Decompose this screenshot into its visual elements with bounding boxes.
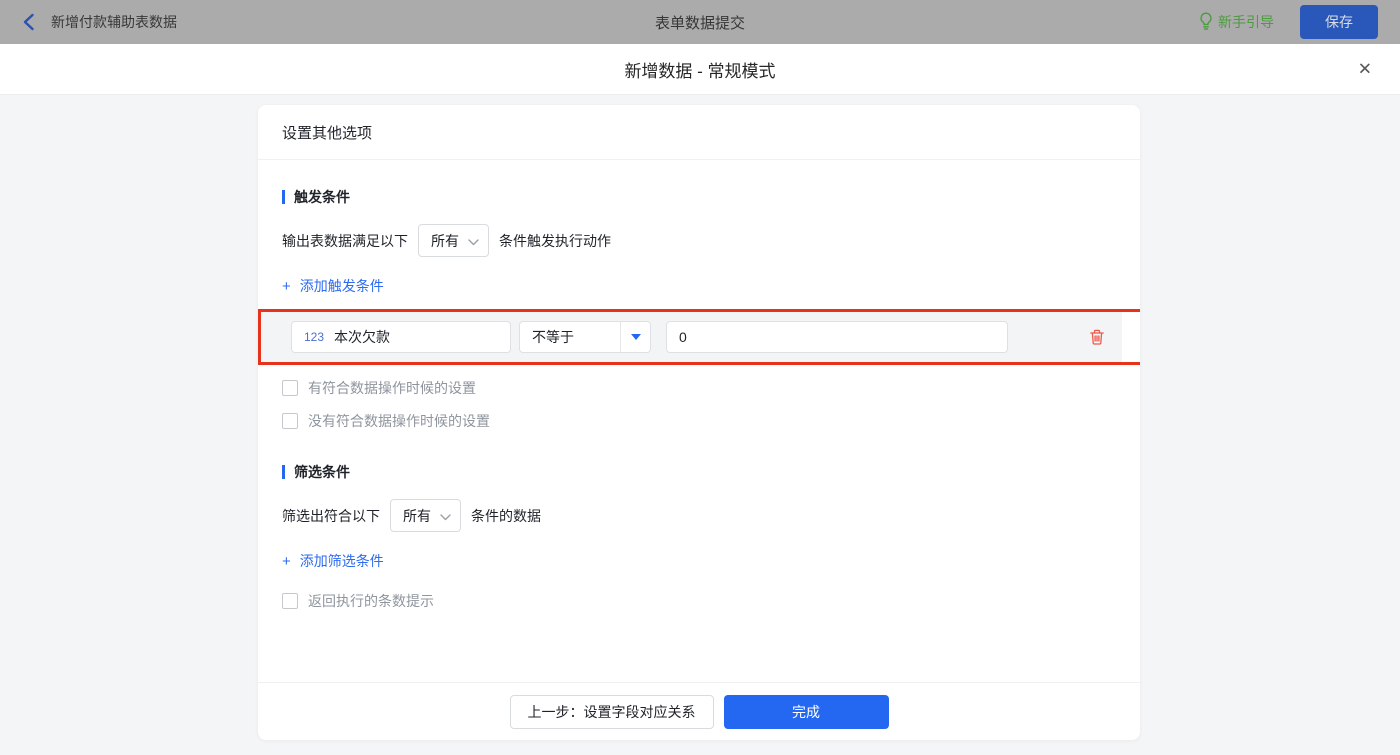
- finish-button[interactable]: 完成: [723, 694, 889, 729]
- filter-match-mode-select[interactable]: 所有: [390, 499, 461, 532]
- panel-content: 触发条件 输出表数据满足以下 所有 条件触发执行动作 + 添加触发条件 123 …: [258, 160, 1140, 682]
- no-match-label: 没有符合数据操作时候的设置: [308, 413, 490, 429]
- dialog-body: 设置其他选项 触发条件 输出表数据满足以下 所有 条件触发执行动作 + 添加触发…: [0, 95, 1400, 755]
- condition-field-name: 本次欠款: [334, 329, 391, 345]
- has-match-setting-row: 有符合数据操作时候的设置: [282, 378, 1116, 398]
- close-icon[interactable]: ✕: [1354, 57, 1376, 82]
- panel-footer: 上一步：设置字段对应关系 完成: [258, 682, 1140, 740]
- no-match-checkbox[interactable]: [282, 413, 298, 429]
- add-filter-condition-link[interactable]: + 添加筛选条件: [282, 551, 384, 571]
- trigger-section-title: 触发条件: [282, 187, 1116, 207]
- trigger-condition-row: 123 本次欠款 不等于 0: [261, 312, 1122, 362]
- top-navigation-bar: 新增付款辅助表数据 表单数据提交 新手引导 保存: [0, 0, 1400, 44]
- condition-row-highlight: 123 本次欠款 不等于 0: [258, 309, 1140, 365]
- section-marker: [282, 465, 285, 479]
- app-title: 表单数据提交: [654, 14, 745, 32]
- trash-icon: [1090, 329, 1104, 345]
- count-tip-label: 返回执行的条数提示: [308, 593, 434, 609]
- plus-icon: +: [282, 552, 291, 570]
- panel-header: 设置其他选项: [258, 105, 1140, 160]
- filter-suffix-text: 条件的数据: [471, 507, 541, 524]
- has-match-checkbox[interactable]: [282, 380, 298, 396]
- caret-down-icon: [630, 334, 641, 340]
- no-match-setting-row: 没有符合数据操作时候的设置: [282, 411, 1116, 431]
- condition-field-select[interactable]: 123 本次欠款: [291, 321, 511, 353]
- back-chevron-icon: [22, 13, 35, 31]
- trigger-mode-line: 输出表数据满足以下 所有 条件触发执行动作: [282, 224, 1116, 257]
- lightbulb-icon: [1199, 11, 1213, 33]
- chevron-down-icon: [468, 233, 479, 249]
- chevron-down-icon: [440, 508, 451, 524]
- operator-caret-section[interactable]: [620, 322, 650, 352]
- panel-header-label: 设置其他选项: [282, 124, 373, 142]
- filter-section-title: 筛选条件: [282, 462, 1116, 482]
- options-panel: 设置其他选项 触发条件 输出表数据满足以下 所有 条件触发执行动作 + 添加触发…: [258, 105, 1140, 740]
- back-button[interactable]: 新增付款辅助表数据: [22, 12, 177, 32]
- trigger-suffix-text: 条件触发执行动作: [499, 232, 611, 249]
- filter-prefix-text: 筛选出符合以下: [282, 507, 380, 524]
- condition-operator-select[interactable]: 不等于: [519, 321, 651, 353]
- number-type-badge: 123: [304, 330, 325, 344]
- beginner-guide-link[interactable]: 新手引导: [1199, 11, 1274, 33]
- trigger-match-mode-select[interactable]: 所有: [418, 224, 489, 257]
- save-button[interactable]: 保存: [1300, 5, 1378, 39]
- dialog-header: 新增数据 - 常规模式 ✕: [0, 44, 1400, 95]
- dialog-title: 新增数据 - 常规模式: [624, 61, 776, 81]
- add-trigger-condition-link[interactable]: + 添加触发条件: [282, 276, 384, 296]
- condition-value-input[interactable]: 0: [666, 321, 1008, 353]
- count-tip-checkbox[interactable]: [282, 593, 298, 609]
- filter-mode-line: 筛选出符合以下 所有 条件的数据: [282, 499, 1116, 532]
- section-marker: [282, 190, 285, 204]
- count-tip-row: 返回执行的条数提示: [282, 591, 1116, 611]
- previous-step-button[interactable]: 上一步：设置字段对应关系: [509, 694, 714, 729]
- trigger-prefix-text: 输出表数据满足以下: [282, 232, 408, 249]
- has-match-label: 有符合数据操作时候的设置: [308, 380, 476, 396]
- beginner-guide-label: 新手引导: [1218, 14, 1274, 30]
- page-title: 新增付款辅助表数据: [51, 14, 177, 30]
- delete-condition-button[interactable]: [1088, 328, 1106, 346]
- plus-icon: +: [282, 277, 291, 295]
